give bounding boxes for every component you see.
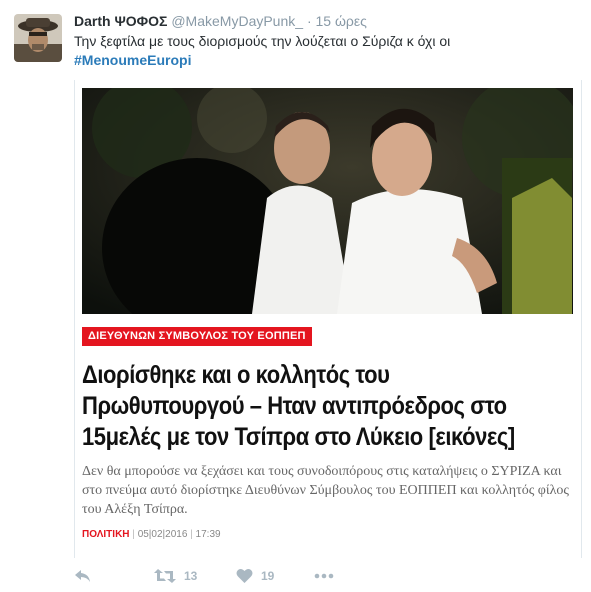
like-button[interactable]: 19 — [236, 566, 274, 586]
like-count: 19 — [261, 569, 275, 583]
meta-category: ΠΟΛΙΤΙΚΗ — [82, 529, 130, 540]
article-summary: Δεν θα μπορούσε να ξεχάσει και τους συνο… — [82, 464, 569, 517]
tweet-body: Την ξεφτίλα με τους διορισμούς την λούζε… — [74, 33, 451, 49]
heart-icon — [236, 568, 253, 584]
retweet-count: 13 — [184, 569, 198, 583]
headline-line: 15μελές με τον Τσίπρα στο Λύκειο [εικόνε… — [82, 423, 515, 451]
meta-time: 17:39 — [195, 529, 221, 540]
article-headline[interactable]: Διορίσθηκε και ο κολλητός του Πρωθυπουργ… — [82, 360, 575, 453]
more-icon — [314, 573, 334, 579]
article-meta: ΠΟΛΙΤΙΚΗ | 05|02|2016 | 17:39 — [82, 528, 221, 541]
meta-separator: | — [132, 529, 135, 540]
tweet-timestamp[interactable]: 15 ώρες — [316, 13, 367, 29]
avatar[interactable] — [14, 14, 62, 62]
more-button[interactable] — [314, 566, 334, 586]
article-category-badge: ΔΙΕΥΘΥΝΩΝ ΣΥΜΒΟΥΛΟΣ ΤΟΥ ΕΟΠΠΕΠ — [82, 327, 312, 346]
tweet-actions: 13 19 — [74, 566, 374, 586]
retweet-button[interactable]: 13 — [154, 566, 197, 586]
reply-icon — [74, 568, 92, 584]
headline-line: Διορίσθηκε και ο κολλητός του — [82, 361, 390, 389]
meta-date: 05|02|2016 — [137, 529, 188, 540]
display-name[interactable]: Darth ΨΟΦΟΣ — [74, 13, 167, 29]
meta-separator: | — [190, 529, 193, 540]
tweet: Darth ΨΟΦΟΣ @MakeMyDayPunk_ · 15 ώρες Τη… — [0, 0, 591, 592]
hashtag-link[interactable]: #MenoumeEuropi — [74, 52, 191, 68]
user-handle[interactable]: @MakeMyDayPunk_ — [171, 13, 303, 29]
headline-line: Πρωθυπουργού – Ηταν αντιπρόεδρος στο — [82, 392, 507, 420]
link-card[interactable]: ΔΙΕΥΘΥΝΩΝ ΣΥΜΒΟΥΛΟΣ ΤΟΥ ΕΟΠΠΕΠ Διορίσθηκ… — [74, 80, 582, 558]
tweet-text: Την ξεφτίλα με τους διορισμούς την λούζε… — [74, 32, 574, 70]
separator-dot: · — [306, 13, 312, 29]
retweet-icon — [154, 568, 176, 584]
reply-button[interactable] — [74, 566, 92, 586]
article-photo — [82, 88, 573, 314]
tweet-header: Darth ΨΟΦΟΣ @MakeMyDayPunk_ · 15 ώρες — [74, 12, 367, 30]
